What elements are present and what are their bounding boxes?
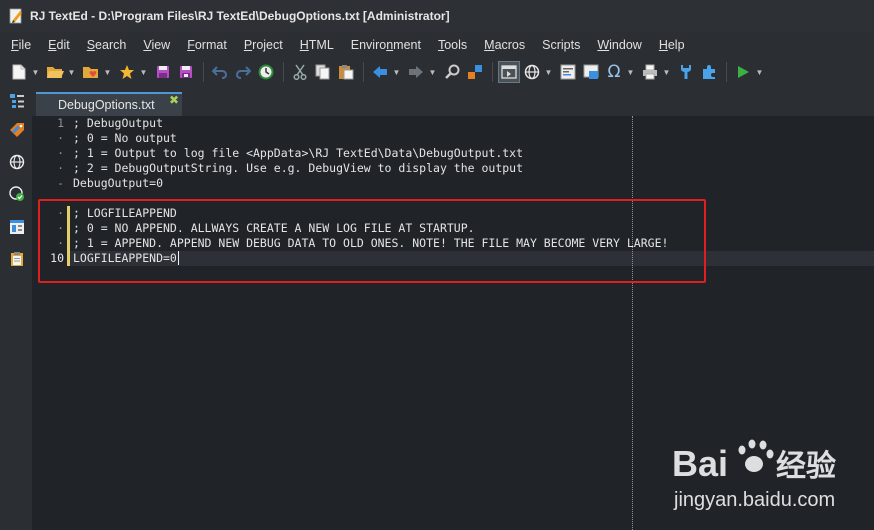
open-dropdown-icon[interactable]: ▼ (67, 68, 76, 77)
undo-icon[interactable] (209, 61, 231, 83)
replace-icon[interactable] (464, 61, 486, 83)
omega-icon[interactable]: Ω (603, 61, 625, 83)
code-line[interactable]: ; DebugOutput (73, 116, 163, 131)
file-compare-icon[interactable] (557, 61, 579, 83)
validate-icon[interactable] (8, 185, 26, 203)
code-line[interactable]: DebugOutput=0 (73, 176, 163, 191)
clip-icon[interactable] (580, 61, 602, 83)
menu-macros[interactable]: Macros (475, 38, 533, 52)
favorites-icon[interactable] (80, 61, 102, 83)
copy-icon[interactable] (312, 61, 334, 83)
tab-strip: DebugOptions.txt ✖ (32, 88, 874, 116)
menu-file[interactable]: File (0, 38, 39, 52)
menu-edit[interactable]: Edit (39, 38, 78, 52)
menu-format[interactable]: Format (178, 38, 235, 52)
cut-icon[interactable] (289, 61, 311, 83)
tab-label: DebugOptions.txt (58, 98, 155, 112)
line-number: · (57, 161, 64, 175)
forward-dropdown-icon[interactable]: ▼ (428, 68, 437, 77)
code-line[interactable]: ; 1 = Output to log file <AppData>\RJ Te… (73, 146, 523, 161)
menu-project[interactable]: Project (235, 38, 291, 52)
line-number: · (57, 146, 64, 160)
baidu-jingyan-watermark: Bai 经验 jingyan.baidu.com (672, 436, 872, 516)
tools-icon[interactable] (675, 61, 697, 83)
watermark-brand-right: 经验 (776, 449, 836, 484)
line-number: - (57, 176, 64, 190)
save-all-icon[interactable] (175, 61, 197, 83)
menu-bar: File Edit Search View Format Project HTML Envir… (0, 34, 874, 56)
menu-view[interactable]: View (134, 38, 178, 52)
new-file-icon[interactable] (8, 61, 30, 83)
toolbar-separator (283, 62, 284, 82)
save-icon[interactable] (152, 61, 174, 83)
tags-icon[interactable] (8, 121, 26, 139)
menu-help[interactable]: Help (650, 38, 693, 52)
right-margin-guide (632, 116, 633, 530)
run-dropdown-icon[interactable]: ▼ (755, 68, 764, 77)
menu-window[interactable]: Window (588, 38, 649, 52)
preview-icon[interactable] (498, 61, 520, 83)
plugin-icon[interactable] (698, 61, 720, 83)
run-icon[interactable] (732, 61, 754, 83)
code-line[interactable]: ; 0 = No output (73, 131, 177, 146)
toolbar-separator (363, 62, 364, 82)
menu-html[interactable]: HTML (291, 38, 342, 52)
menu-tools[interactable]: Tools (429, 38, 475, 52)
globe-icon[interactable] (8, 153, 26, 171)
new-file-dropdown-icon[interactable]: ▼ (31, 68, 40, 77)
paw-logo-icon (738, 439, 774, 472)
back-arrow-icon[interactable] (369, 61, 391, 83)
browser-dropdown-icon[interactable]: ▼ (544, 68, 553, 77)
line-number: 1 (57, 116, 64, 130)
omega-dropdown-icon[interactable]: ▼ (626, 68, 635, 77)
find-icon[interactable] (441, 61, 463, 83)
annotation-highlight-box (38, 199, 706, 283)
line-number-gutter: 1 · · · - · · · 10 (32, 116, 70, 530)
redo-icon[interactable] (232, 61, 254, 83)
menu-environment[interactable]: Environment (342, 38, 429, 52)
watermark-brand-left: Bai (672, 443, 728, 484)
star-icon[interactable] (116, 61, 138, 83)
tab-debugoptions[interactable]: DebugOptions.txt ✖ (36, 92, 182, 116)
menu-search[interactable]: Search (78, 38, 135, 52)
code-line[interactable]: ; 2 = DebugOutputString. Use e.g. DebugV… (73, 161, 523, 176)
star-dropdown-icon[interactable]: ▼ (139, 68, 148, 77)
menu-scripts[interactable]: Scripts (533, 38, 588, 52)
favorites-dropdown-icon[interactable]: ▼ (103, 68, 112, 77)
app-logo-icon (8, 8, 24, 24)
close-tab-icon[interactable]: ✖ (168, 94, 180, 106)
paste-icon[interactable] (335, 61, 357, 83)
back-dropdown-icon[interactable]: ▼ (392, 68, 401, 77)
watermark-url: jingyan.baidu.com (673, 489, 835, 511)
print-icon[interactable] (639, 61, 661, 83)
open-folder-icon[interactable] (44, 61, 66, 83)
main-toolbar: ▼ ▼ ▼ ▼ ▼ ▼ ▼ Ω ▼ ▼ ▼ (0, 58, 874, 86)
toolbar-separator (203, 62, 204, 82)
explorer-icon[interactable] (8, 218, 26, 236)
clipboard-icon[interactable] (8, 250, 26, 268)
window-title: RJ TextEd - D:\Program Files\RJ TextEd\D… (30, 9, 450, 23)
forward-arrow-icon[interactable] (405, 61, 427, 83)
toolbar-separator (726, 62, 727, 82)
browser-icon[interactable] (521, 61, 543, 83)
print-dropdown-icon[interactable]: ▼ (662, 68, 671, 77)
left-sidebar (0, 88, 32, 530)
line-number: · (57, 131, 64, 145)
title-bar: RJ TextEd - D:\Program Files\RJ TextEd\D… (0, 0, 874, 32)
toolbar-separator (492, 62, 493, 82)
history-icon[interactable] (255, 61, 277, 83)
document-list-icon[interactable] (8, 92, 26, 110)
